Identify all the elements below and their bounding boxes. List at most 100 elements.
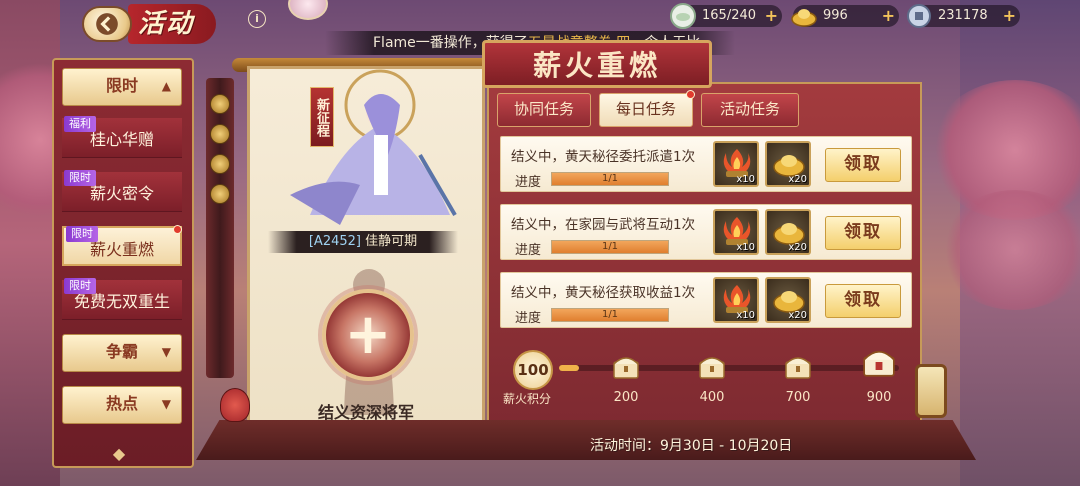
avatar[interactable]	[288, 0, 328, 20]
claim-button[interactable]: 领取	[825, 148, 901, 182]
tab-label: 协同任务	[513, 100, 574, 118]
limited-tag: 限时	[64, 278, 96, 294]
task-progress-bar: 1/1	[551, 240, 669, 254]
sidebar-group-label: 限时	[105, 76, 138, 95]
limited-tag: 限时	[66, 226, 98, 242]
plus-icon: +	[344, 302, 392, 367]
character-name-bar: [A2452] 佳静可期	[268, 231, 458, 253]
stamina-icon	[670, 3, 696, 29]
sidebar-item-label: 桂心华赠	[89, 130, 154, 149]
reward-item[interactable]: x20	[765, 209, 811, 255]
event-time: 活动时间：9月30日 - 10月20日	[590, 438, 793, 454]
milestone-value: 400	[699, 390, 725, 405]
progress-text: 1/1	[601, 241, 619, 252]
tab-daily[interactable]: 每日任务	[599, 90, 695, 127]
sidebar-item-label: 免费无双重生	[73, 292, 170, 311]
blossom-tree-right-lower	[940, 190, 1080, 310]
sidebar-item-xinhuo-miling[interactable]: 限时 薪火密令	[62, 170, 182, 212]
chevron-down-icon: ▼	[161, 345, 171, 359]
chest-icon[interactable]	[783, 352, 813, 380]
bead-icon	[210, 154, 230, 174]
ornament-icon: ◆	[112, 444, 126, 463]
notification-dot	[173, 225, 182, 234]
reward-count: x10	[736, 174, 755, 185]
bead-icon	[210, 94, 230, 114]
sidebar-item-label: 薪火重燃	[89, 240, 154, 259]
back-arrow-icon	[96, 13, 118, 35]
milestone-value: 200	[613, 390, 639, 405]
claim-button[interactable]: 领取	[825, 216, 901, 250]
new-journey-tag: 新征程	[310, 87, 334, 147]
task-row: 结义中，在家园与武将互动1次 进度 1/1 x10 x20 领取	[500, 204, 912, 260]
sidebar-group-hot[interactable]: 热点 ▼	[62, 386, 182, 424]
large-chest-icon[interactable]	[861, 346, 897, 378]
chevron-down-icon: ▼	[161, 397, 171, 411]
reward-item[interactable]: x20	[765, 141, 811, 187]
info-icon[interactable]: i	[248, 10, 266, 28]
chest-icon[interactable]	[697, 352, 727, 380]
task-description: 结义中，黄天秘径获取收益1次	[511, 285, 696, 301]
reward-item[interactable]: x10	[713, 141, 759, 187]
character-code: [A2452]	[308, 234, 361, 249]
character-portrait[interactable]	[270, 65, 466, 235]
gold-ingot-icon	[791, 9, 817, 27]
bottom-ledge	[196, 420, 976, 460]
sidebar-group-label: 热点	[105, 394, 138, 413]
milestone-value: 900	[866, 390, 892, 405]
claim-button[interactable]: 领取	[825, 284, 901, 318]
add-silver-button[interactable]: +	[1003, 7, 1016, 25]
progress-text: 1/1	[601, 309, 619, 320]
tab-label: 每日任务	[615, 100, 676, 118]
progress-label: 进度	[515, 311, 542, 326]
panel-title: 薪火重燃	[482, 40, 712, 88]
gold-value: 996	[823, 8, 848, 23]
resource-silver: 231178 +	[907, 4, 1020, 28]
lucky-bag-icon[interactable]	[220, 388, 250, 422]
reward-item[interactable]: x10	[713, 277, 759, 323]
score-track-line	[559, 365, 899, 371]
task-progress-bar: 1/1	[551, 308, 669, 322]
bead-icon	[210, 124, 230, 144]
progress-label: 进度	[515, 243, 542, 258]
reward-count: x20	[788, 242, 807, 253]
sidebar-item-free-rebirth[interactable]: 限时 免费无双重生	[62, 278, 182, 320]
back-button[interactable]	[82, 6, 132, 42]
resource-gold: 996 +	[791, 5, 899, 27]
stamina-value: 165/240	[702, 8, 757, 23]
task-progress-bar: 1/1	[551, 172, 669, 186]
sidebar-group-limited[interactable]: 限时 ▲	[62, 68, 182, 106]
character-name: 佳静可期	[365, 234, 418, 249]
sidebar-item-guixin[interactable]: 福利 桂心华赠	[62, 116, 182, 158]
sidebar-group-label: 争霸	[105, 342, 138, 361]
reward-item[interactable]: x10	[713, 209, 759, 255]
task-row: 结义中，黄天秘径获取收益1次 进度 1/1 x10 x20 领取	[500, 272, 912, 328]
character-panel: 新征程 [A2452] 佳静可期 + 结义资深将军	[247, 66, 485, 458]
recruit-button[interactable]: +	[322, 289, 414, 381]
score-track: 100 薪火积分 200 400 700 900	[499, 350, 913, 412]
score-track-fill	[559, 365, 580, 371]
task-row: 结义中，黄天秘径委托派遣1次 进度 1/1 x10 x20 领取	[500, 136, 912, 192]
tab-cooperation[interactable]: 协同任务	[497, 93, 591, 127]
add-gold-button[interactable]: +	[882, 7, 895, 25]
top-bar: 活动 i 165/240 + 996 + 231178 +	[0, 0, 1080, 44]
add-stamina-button[interactable]: +	[765, 7, 778, 25]
limited-tag: 限时	[64, 170, 96, 186]
sidebar-item-xinhuo-chongran[interactable]: 限时 薪火重燃	[62, 225, 182, 266]
task-panel: 协同任务 每日任务 活动任务 结义中，黄天秘径委托派遣1次 进度 1/1 x10	[487, 82, 922, 428]
milestone-value: 700	[785, 390, 811, 405]
notification-dot	[686, 90, 695, 99]
silver-coin-icon	[907, 4, 931, 28]
tab-event[interactable]: 活动任务	[701, 93, 799, 127]
reward-item[interactable]: x20	[765, 277, 811, 323]
reward-count: x10	[736, 310, 755, 321]
welfare-tag: 福利	[64, 116, 96, 132]
bead-column	[206, 78, 234, 378]
resource-stamina: 165/240 +	[670, 3, 782, 29]
sidebar-group-compete[interactable]: 争霸 ▼	[62, 334, 182, 372]
bead-icon	[210, 184, 230, 204]
sidebar: 限时 ▲ 福利 桂心华赠 限时 薪火密令 限时 薪火重燃 限时 免费无双重生 争…	[52, 58, 194, 468]
reward-count: x20	[788, 174, 807, 185]
progress-label: 进度	[515, 175, 542, 190]
score-badge: 100	[513, 350, 553, 390]
chest-icon[interactable]	[611, 352, 641, 380]
